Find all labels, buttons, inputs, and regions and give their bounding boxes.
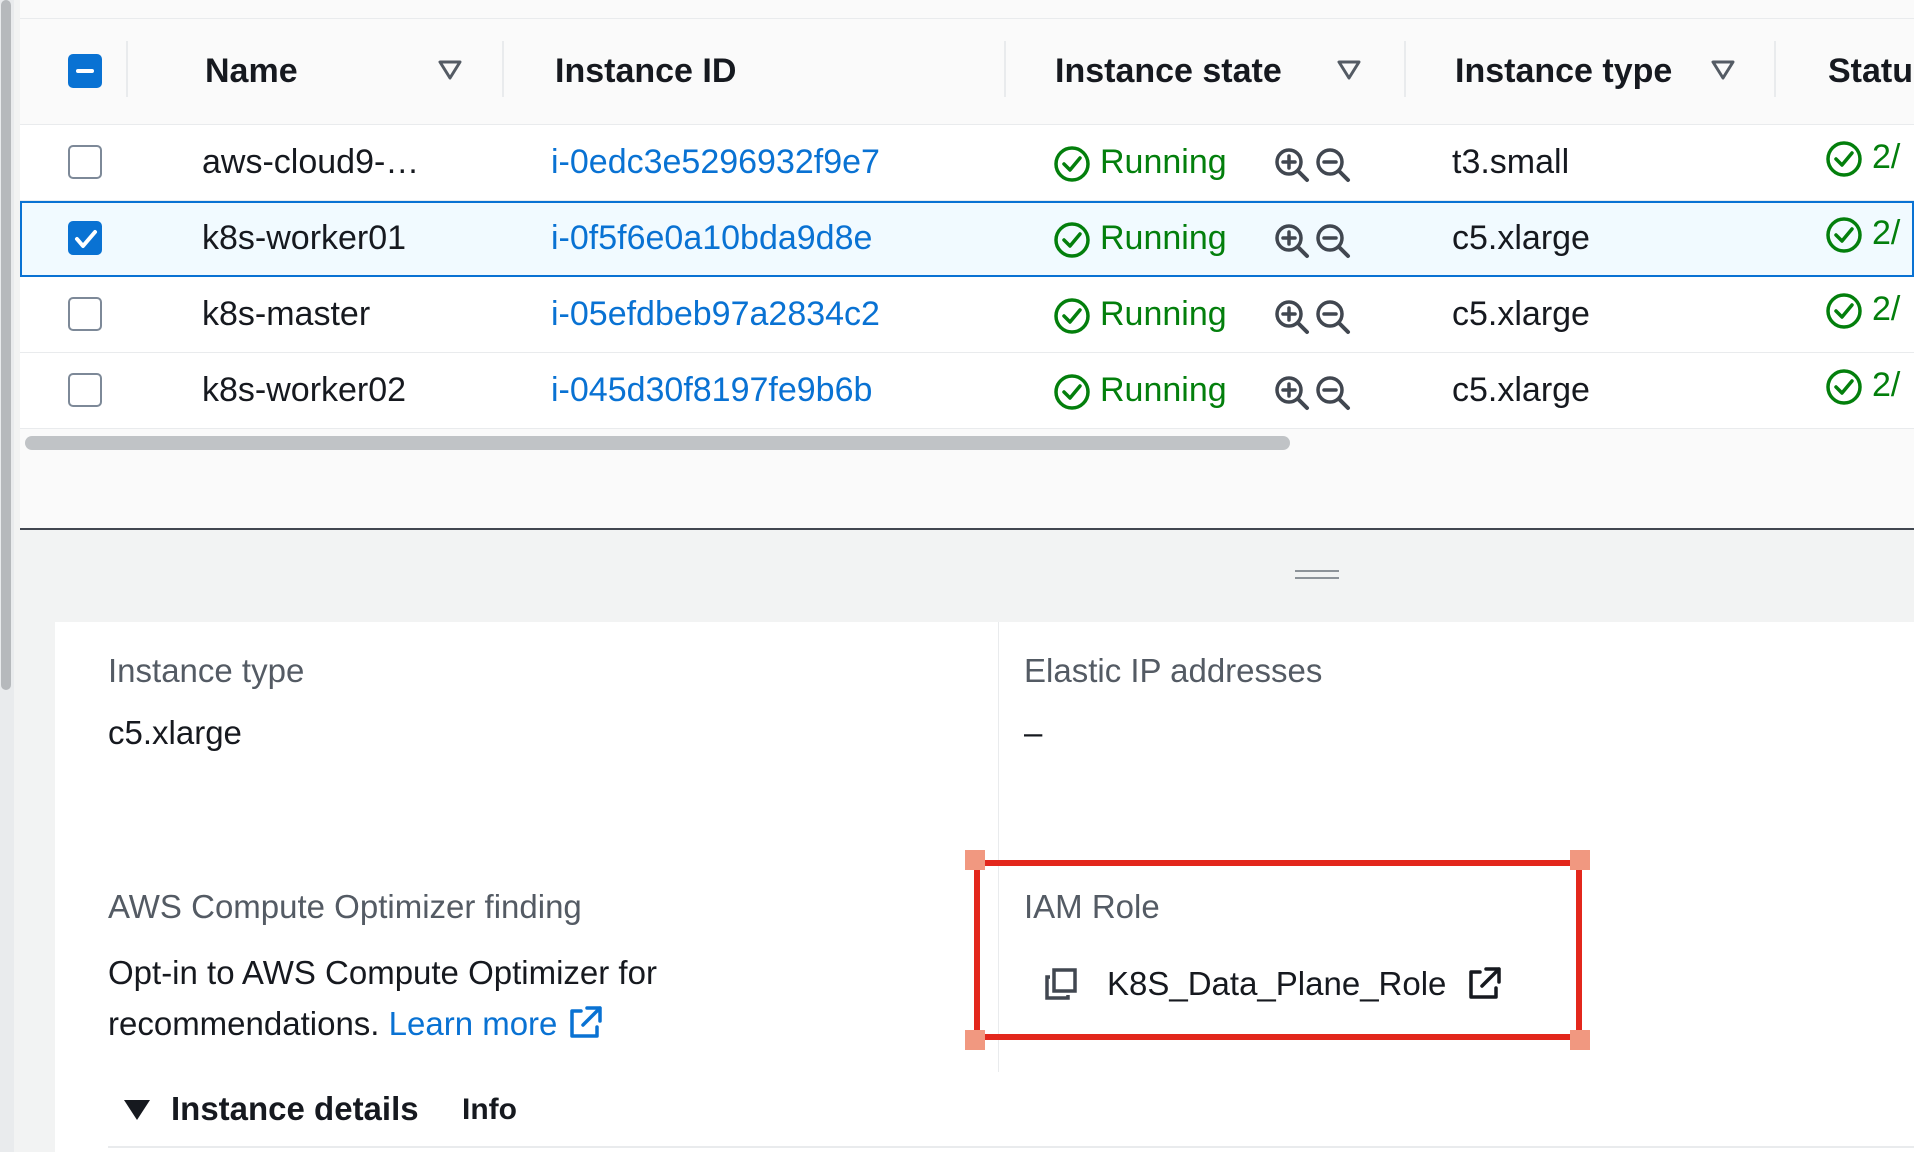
column-header-instance-id[interactable]: Instance ID (555, 19, 736, 124)
instance-type: t3.small (1452, 143, 1570, 181)
instance-type: c5.xlarge (1452, 371, 1590, 409)
select-all-checkbox[interactable] (68, 54, 102, 88)
instance-state-text: Running (1100, 143, 1227, 181)
instance-id-link[interactable]: i-0edc3e5296932f9e7 (551, 125, 880, 200)
row-checkbox[interactable] (68, 297, 102, 331)
row-checkbox[interactable] (68, 145, 102, 179)
highlight-corner-handle (965, 850, 985, 870)
instance-id-link[interactable]: i-045d30f8197fe9b6b (551, 353, 872, 428)
elastic-ip-label: Elastic IP addresses (1024, 652, 1323, 689)
highlight-corner-handle (965, 1030, 985, 1050)
optimizer-finding-label: AWS Compute Optimizer finding (108, 888, 582, 925)
zoom-in-icon[interactable] (1272, 373, 1312, 413)
column-separator (126, 41, 128, 97)
horizontal-scrollbar-thumb[interactable] (25, 436, 1290, 450)
instance-type: c5.xlarge (1452, 295, 1590, 333)
instance-type-label: Instance type (108, 652, 305, 689)
zoom-out-icon[interactable] (1313, 221, 1353, 261)
check-circle-icon (1826, 369, 1862, 405)
row-checkbox[interactable] (68, 373, 102, 407)
column-header-status[interactable]: Statu (1828, 19, 1913, 124)
zoom-in-icon[interactable] (1272, 297, 1312, 337)
instance-details-section-title[interactable]: Instance details (171, 1090, 419, 1128)
caret-down-icon[interactable] (122, 1097, 152, 1123)
instance-name: k8s-worker02 (202, 371, 407, 409)
learn-more-link[interactable]: Learn more (389, 1005, 558, 1042)
status-checks: 2/ (1872, 214, 1901, 252)
column-separator (1774, 41, 1776, 97)
instance-name: aws-cloud9-… (202, 143, 420, 181)
zoom-in-icon[interactable] (1272, 145, 1312, 185)
optimizer-text-line2: recommendations. Learn more (108, 1003, 605, 1043)
page-scrollbar-thumb[interactable] (1, 0, 11, 690)
checkmark-icon (75, 230, 97, 248)
instance-state-text: Running (1100, 295, 1227, 333)
check-circle-icon (1054, 222, 1090, 258)
status-checks: 2/ (1872, 366, 1901, 404)
status-checks: 2/ (1872, 138, 1901, 176)
split-panel-resize-handle[interactable] (1295, 570, 1339, 582)
instance-state-text: Running (1100, 371, 1227, 409)
zoom-out-icon[interactable] (1313, 297, 1353, 337)
check-circle-icon (1054, 298, 1090, 334)
optimizer-text-line1: Opt-in to AWS Compute Optimizer for (108, 954, 657, 991)
check-circle-icon (1054, 374, 1090, 410)
instance-id-link[interactable]: i-0f5f6e0a10bda9d8e (551, 201, 872, 276)
status-checks: 2/ (1872, 290, 1901, 328)
highlight-box (974, 860, 1582, 1040)
zoom-in-icon[interactable] (1272, 221, 1312, 261)
table-header: Name Instance ID Instance state Instance… (20, 19, 1914, 125)
zoom-out-icon[interactable] (1313, 145, 1353, 185)
check-circle-icon (1826, 217, 1862, 253)
check-circle-icon (1826, 293, 1862, 329)
column-header-name[interactable]: Name (205, 19, 298, 124)
table-row[interactable]: k8s-worker02 i-045d30f8197fe9b6b Running… (20, 353, 1914, 429)
instance-name: k8s-master (202, 295, 371, 333)
row-checkbox-checked[interactable] (68, 221, 102, 255)
instance-name: k8s-worker01 (202, 219, 407, 257)
sort-triangle-icon[interactable] (437, 57, 463, 83)
column-header-instance-state[interactable]: Instance state (1055, 19, 1282, 124)
sort-triangle-icon[interactable] (1710, 57, 1736, 83)
column-separator (1404, 41, 1406, 97)
instance-type: c5.xlarge (1452, 219, 1590, 257)
check-circle-icon (1054, 146, 1090, 182)
section-divider (108, 1146, 1914, 1148)
highlight-corner-handle (1570, 850, 1590, 870)
instance-state-text: Running (1100, 219, 1227, 257)
column-separator (502, 41, 504, 97)
optimizer-text: recommendations. (108, 1005, 380, 1042)
zoom-out-icon[interactable] (1313, 373, 1353, 413)
elastic-ip-value: – (1024, 714, 1043, 751)
highlight-corner-handle (1570, 1030, 1590, 1050)
column-separator (1004, 41, 1006, 97)
instance-id-link[interactable]: i-05efdbeb97a2834c2 (551, 277, 880, 352)
table-row-selected[interactable]: k8s-worker01 i-0f5f6e0a10bda9d8e Running… (20, 201, 1914, 277)
info-link[interactable]: Info (462, 1093, 517, 1127)
check-circle-icon (1826, 141, 1862, 177)
column-header-instance-type[interactable]: Instance type (1455, 19, 1672, 124)
instance-type-value: c5.xlarge (108, 714, 242, 751)
sort-triangle-icon[interactable] (1336, 57, 1362, 83)
table-row[interactable]: k8s-master i-05efdbeb97a2834c2 Running c… (20, 277, 1914, 353)
external-link-icon[interactable] (567, 1003, 605, 1041)
table-row[interactable]: aws-cloud9-… i-0edc3e5296932f9e7 Running… (20, 125, 1914, 201)
table-top-strip (20, 0, 1914, 19)
